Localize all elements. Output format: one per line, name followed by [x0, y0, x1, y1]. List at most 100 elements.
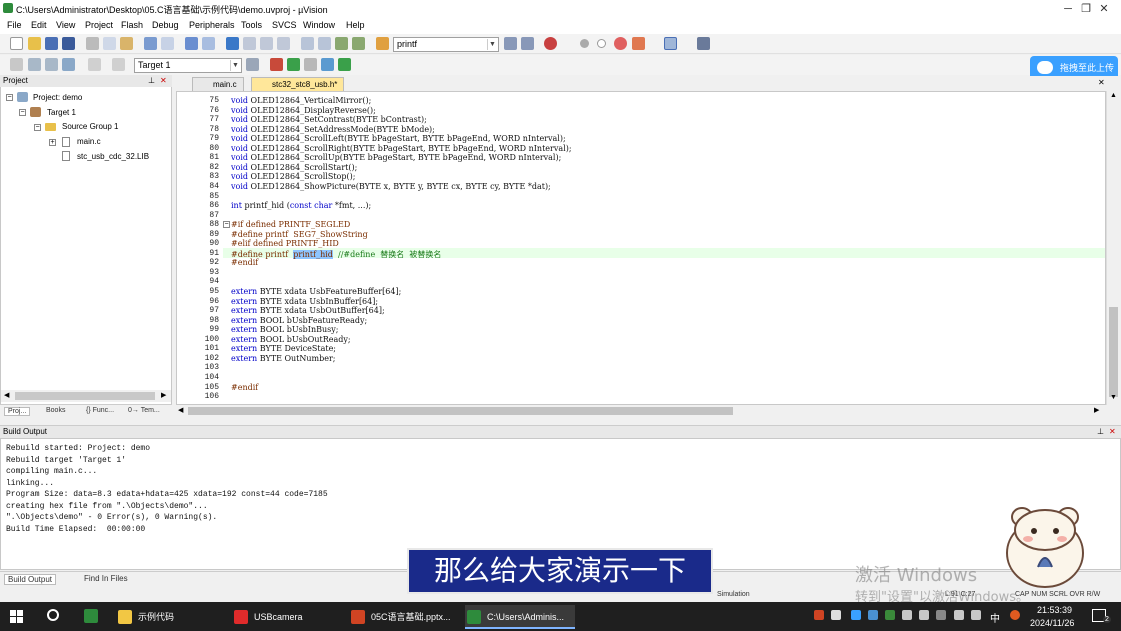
- pin-icon[interactable]: ⊥: [148, 75, 155, 87]
- code-line[interactable]: extern BYTE xdata UsbInBuffer[64];: [231, 297, 378, 306]
- tab-books[interactable]: Books: [46, 407, 65, 414]
- comment-icon[interactable]: [335, 37, 348, 50]
- cloud-tray-icon[interactable]: [851, 610, 861, 620]
- batch-build-icon[interactable]: [62, 58, 75, 71]
- clear-breakpoints-icon[interactable]: [632, 37, 645, 50]
- code-line[interactable]: int printf_hid (const char *fmt, ...);: [231, 201, 371, 210]
- code-line[interactable]: #define printf printf_hid //#define 替换名 …: [231, 249, 441, 260]
- undo-icon[interactable]: [144, 37, 157, 50]
- close-tab-icon[interactable]: ✕: [1098, 78, 1105, 87]
- indent-icon[interactable]: [301, 37, 314, 50]
- find-combo[interactable]: printf ▼: [393, 37, 499, 52]
- rte-icon[interactable]: [338, 58, 351, 71]
- bookmark-icon[interactable]: [226, 37, 239, 50]
- open-folder-icon[interactable]: [28, 37, 41, 50]
- code-line[interactable]: void OLED12864_ScrollStart();: [231, 163, 357, 172]
- manage-project-icon[interactable]: [270, 58, 283, 71]
- ime-indicator[interactable]: 中: [990, 610, 1000, 625]
- scroll-thumb[interactable]: [15, 392, 155, 400]
- find-icon[interactable]: [504, 37, 517, 50]
- download-icon[interactable]: [88, 58, 101, 71]
- network-tray-icon[interactable]: [831, 610, 841, 620]
- close-button[interactable]: ✕: [1086, 1, 1121, 17]
- code-line[interactable]: void OLED12864_ScrollRight(BYTE bPageSta…: [231, 144, 572, 153]
- windows-start-icon[interactable]: [10, 610, 23, 623]
- menu-svcs[interactable]: SVCS: [272, 20, 297, 30]
- code-line[interactable]: void OLED12864_ScrollStop();: [231, 172, 355, 181]
- code-line[interactable]: void OLED12864_ScrollLeft(BYTE bPageStar…: [231, 134, 566, 143]
- cut-icon[interactable]: [86, 37, 99, 50]
- configure-icon[interactable]: [697, 37, 710, 50]
- code-line[interactable]: void OLED12864_DisplayReverse();: [231, 106, 376, 115]
- close-panel-icon[interactable]: ✕: [160, 75, 167, 87]
- code-line[interactable]: extern BYTE DeviceState;: [231, 344, 336, 353]
- uvision-taskbar-icon[interactable]: [84, 609, 98, 623]
- code-line[interactable]: void OLED12864_SetContrast(BYTE bContras…: [231, 115, 427, 124]
- uncomment-icon[interactable]: [352, 37, 365, 50]
- window-layout-icon[interactable]: [664, 37, 677, 50]
- prev-bookmark-icon[interactable]: [243, 37, 256, 50]
- menu-flash[interactable]: Flash: [121, 20, 143, 30]
- menu-help[interactable]: Help: [346, 20, 365, 30]
- scroll-left-icon[interactable]: ◀: [4, 391, 9, 399]
- target-combo[interactable]: Target 1 ▼: [134, 58, 242, 73]
- code-line[interactable]: extern BYTE OutNumber;: [231, 354, 336, 363]
- menu-debug[interactable]: Debug: [152, 20, 179, 30]
- disable-breakpoint-icon[interactable]: [597, 39, 606, 48]
- taskbar-item-usbcamera[interactable]: USBcamera: [232, 605, 337, 629]
- keyboard-tray-icon[interactable]: [936, 610, 946, 620]
- taskbar-item-uvision[interactable]: C:\Users\Adminis...: [465, 605, 575, 629]
- fold-icon[interactable]: −: [223, 221, 230, 229]
- menu-view[interactable]: View: [56, 20, 75, 30]
- menu-peripherals[interactable]: Peripherals: [189, 20, 235, 30]
- code-line[interactable]: void OLED12864_ScrollUp(BYTE bPageStart,…: [231, 153, 561, 162]
- tab-project[interactable]: Proj...: [4, 407, 31, 416]
- scroll-up-icon[interactable]: ▲: [1110, 92, 1117, 99]
- find-in-files-icon[interactable]: [376, 37, 389, 50]
- clock-date[interactable]: 2024/11/26: [1030, 618, 1074, 628]
- taskbar-item-folder[interactable]: 示例代码: [116, 605, 221, 629]
- tree-source-group[interactable]: Source Group 1: [62, 122, 118, 131]
- wifi-icon[interactable]: [954, 610, 964, 620]
- pack-installer-icon[interactable]: [321, 58, 334, 71]
- code-line[interactable]: void OLED12864_VerticalMirror();: [231, 96, 371, 105]
- clear-bookmarks-icon[interactable]: [277, 37, 290, 50]
- select-packs-icon[interactable]: [287, 58, 300, 71]
- code-line[interactable]: void OLED12864_SetAddressMode(BYTE bMode…: [231, 125, 435, 134]
- editor-vscrollbar[interactable]: ▲ ▼: [1106, 91, 1119, 405]
- tab-find-in-files[interactable]: Find In Files: [84, 574, 128, 583]
- stop-build-icon[interactable]: [112, 58, 125, 71]
- collapse-icon[interactable]: −: [6, 94, 13, 101]
- save-icon[interactable]: [45, 37, 58, 50]
- editor-hscrollbar[interactable]: ◀ ▶: [176, 405, 1106, 417]
- paste-icon[interactable]: [120, 37, 133, 50]
- code-line[interactable]: void OLED12864_ShowPicture(BYTE x, BYTE …: [231, 182, 551, 191]
- scroll-thumb[interactable]: [188, 407, 733, 415]
- menu-window[interactable]: Window: [303, 20, 335, 30]
- tab-build-output[interactable]: Build Output: [4, 574, 57, 585]
- incremental-find-icon[interactable]: [521, 37, 534, 50]
- manage-runtime-icon[interactable]: [304, 58, 317, 71]
- clock-time[interactable]: 21:53:39: [1037, 605, 1072, 615]
- code-line[interactable]: extern BYTE xdata UsbFeatureBuffer[64];: [231, 287, 401, 296]
- next-bookmark-icon[interactable]: [260, 37, 273, 50]
- tab-main-c[interactable]: main.c: [192, 77, 244, 91]
- scroll-right-icon[interactable]: ▶: [1094, 406, 1099, 414]
- tree-file-lib[interactable]: stc_usb_cdc_32.LIB: [77, 152, 149, 161]
- security-tray-icon[interactable]: [868, 610, 878, 620]
- close-panel-icon[interactable]: ✕: [1109, 426, 1116, 438]
- code-line[interactable]: #endif: [231, 383, 258, 392]
- target-options-icon[interactable]: [246, 58, 259, 71]
- build-icon[interactable]: [28, 58, 41, 71]
- menu-tools[interactable]: Tools: [241, 20, 262, 30]
- save-all-icon[interactable]: [62, 37, 75, 50]
- tab-functions[interactable]: {} Func...: [86, 407, 114, 414]
- code-line[interactable]: extern BOOL bUsbFeatureReady;: [231, 316, 367, 325]
- code-line[interactable]: extern BOOL bUsbInBusy;: [231, 325, 338, 334]
- kill-breakpoints-icon[interactable]: [614, 37, 627, 50]
- pin-icon[interactable]: ⊥: [1097, 426, 1104, 438]
- translate-icon[interactable]: [10, 58, 23, 71]
- project-hscrollbar[interactable]: ◀ ▶: [1, 390, 171, 402]
- debug-session-icon[interactable]: [544, 37, 557, 50]
- tab-usb-header[interactable]: stc32_stc8_usb.h*: [251, 77, 345, 91]
